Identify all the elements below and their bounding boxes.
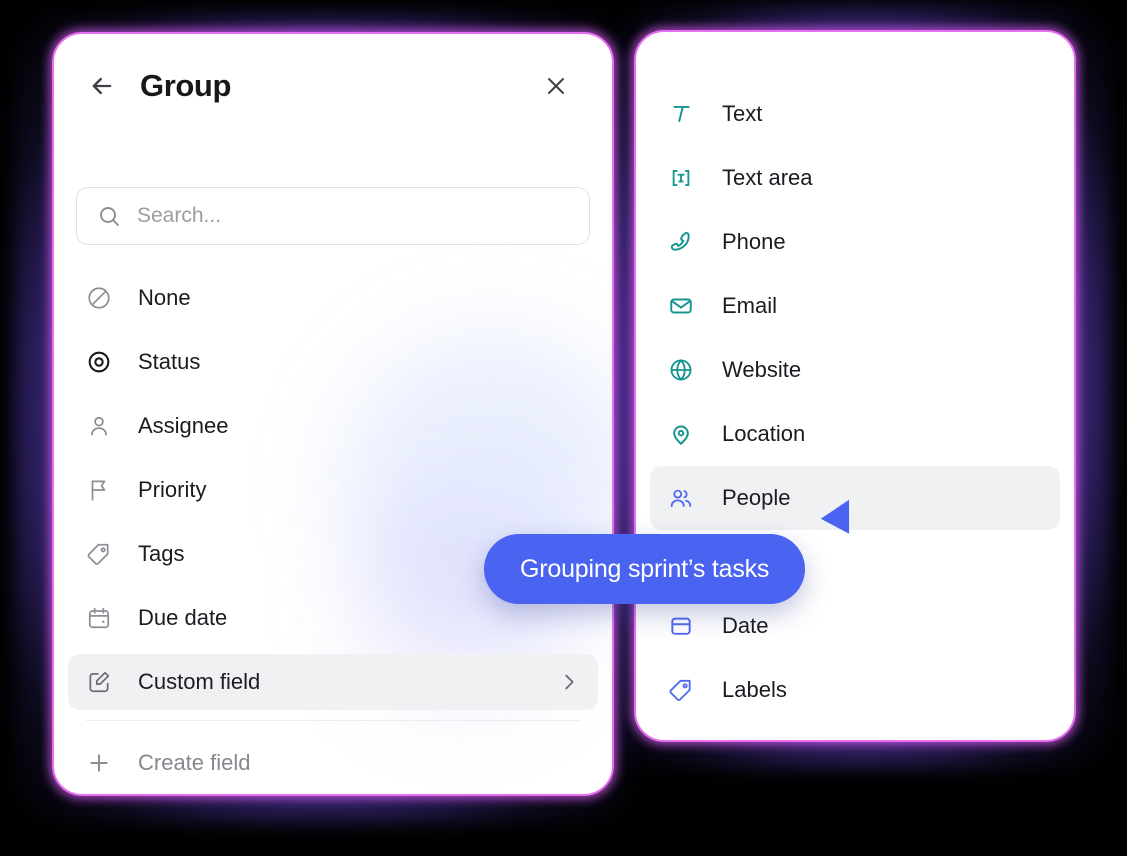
field-type-panel: Text Text area Phone Email Website Locat… — [636, 32, 1074, 740]
flag-icon — [84, 475, 114, 505]
group-option-label: Priority — [138, 477, 207, 502]
create-field-label: Create field — [138, 750, 251, 775]
search-field[interactable] — [76, 187, 590, 245]
page-title: Group — [140, 68, 231, 103]
group-panel-header: Group — [54, 34, 612, 138]
group-panel: Group None — [54, 34, 612, 794]
group-option-label: Tags — [138, 541, 185, 566]
text-icon — [666, 99, 696, 129]
back-button[interactable] — [80, 64, 124, 108]
field-type-label: Date — [722, 613, 769, 638]
field-type-website[interactable]: Website — [650, 338, 1060, 402]
group-option-priority[interactable]: Priority — [68, 462, 598, 518]
ban-icon — [84, 283, 114, 313]
field-type-text[interactable]: Text — [650, 82, 1060, 146]
people-icon — [666, 483, 696, 513]
envelope-icon — [666, 291, 696, 321]
group-option-none[interactable]: None — [68, 270, 598, 326]
field-type-label: Email — [722, 293, 778, 318]
group-option-status[interactable]: Status — [68, 334, 598, 390]
edit-square-icon — [84, 667, 114, 697]
field-type-label: Website — [722, 357, 802, 382]
tag-icon — [84, 539, 114, 569]
group-options-list: None Status Assignee Priority Tags Due d… — [54, 270, 612, 794]
pin-icon — [666, 419, 696, 449]
field-type-label: Location — [722, 421, 806, 446]
person-icon — [84, 411, 114, 441]
calendar-icon — [84, 603, 114, 633]
text-area-icon — [666, 163, 696, 193]
group-option-label: Custom field — [138, 669, 261, 694]
field-type-label: Text — [722, 101, 763, 126]
field-type-label: Labels — [722, 677, 787, 702]
back-arrow-icon — [92, 77, 112, 95]
field-type-location[interactable]: Location — [650, 402, 1060, 466]
field-type-label: Phone — [722, 229, 786, 254]
field-type-labels[interactable]: Labels — [650, 658, 1060, 722]
target-icon — [84, 347, 114, 377]
search-icon — [100, 207, 119, 226]
screen: Group None — [0, 0, 1127, 856]
group-option-label: Status — [138, 349, 201, 374]
globe-icon — [666, 355, 696, 385]
tooltip-text: Grouping sprint’s tasks — [520, 554, 770, 583]
field-type-label: People — [722, 485, 791, 510]
field-type-phone[interactable]: Phone — [650, 210, 1060, 274]
field-type-list: Text Text area Phone Email Website Locat… — [636, 82, 1074, 722]
phone-icon — [666, 227, 696, 257]
close-icon — [548, 78, 564, 94]
date-icon — [666, 611, 696, 641]
field-type-email[interactable]: Email — [650, 274, 1060, 338]
field-type-text-area[interactable]: Text area — [650, 146, 1060, 210]
tooltip-bubble: Grouping sprint’s tasks — [484, 534, 806, 604]
create-field-button[interactable]: Create field — [68, 735, 598, 791]
group-option-assignee[interactable]: Assignee — [68, 398, 598, 454]
close-button[interactable] — [534, 64, 578, 108]
search-input[interactable] — [137, 188, 569, 244]
field-type-label: Text area — [722, 165, 813, 190]
group-option-label: Due date — [138, 605, 228, 630]
list-divider — [86, 720, 580, 721]
chevron-right-icon — [558, 671, 580, 693]
group-option-label: None — [138, 285, 191, 310]
plus-icon — [84, 748, 114, 778]
group-option-custom-field[interactable]: Custom field — [68, 654, 598, 710]
group-option-label: Assignee — [138, 413, 229, 438]
label-tag-icon — [666, 675, 696, 705]
